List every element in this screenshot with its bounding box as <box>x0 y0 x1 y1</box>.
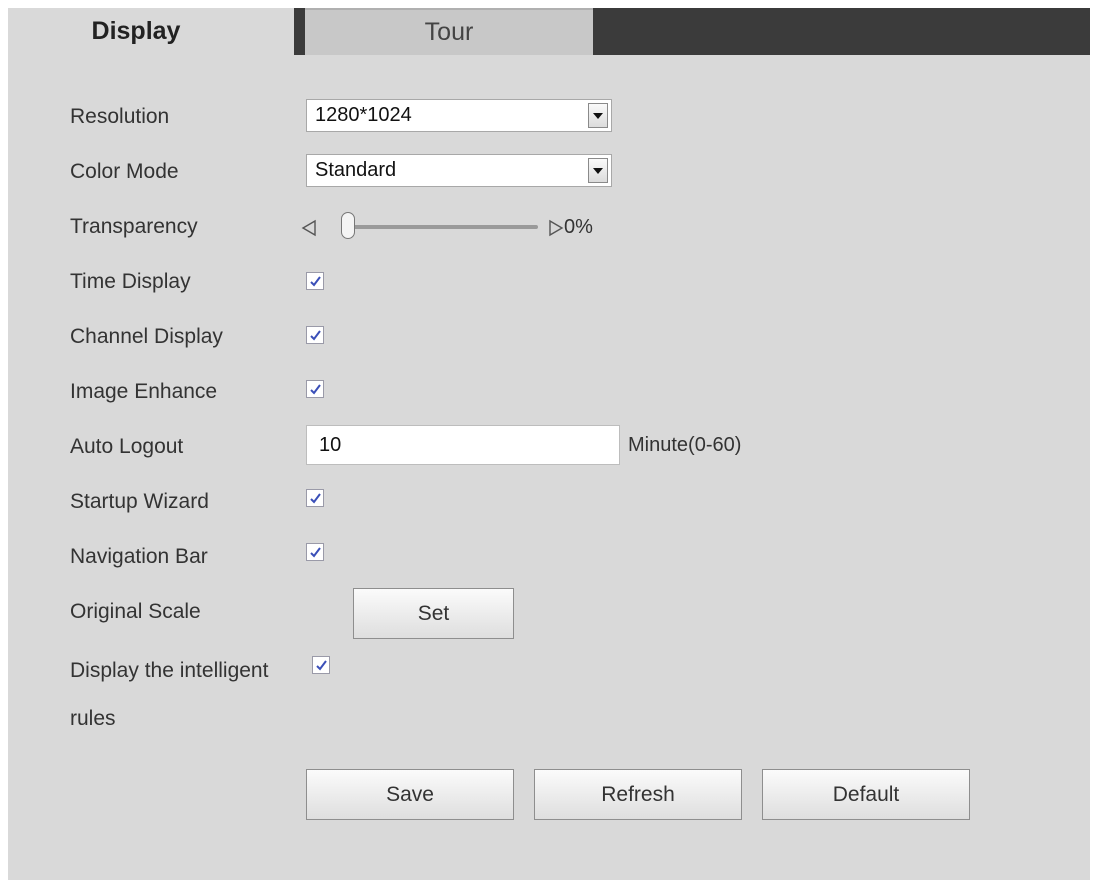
navigation-bar-label: Navigation Bar <box>70 545 208 568</box>
time-display-label: Time Display <box>70 270 191 293</box>
slider-track[interactable] <box>348 225 538 229</box>
tab-display[interactable]: Display <box>8 8 294 55</box>
channel-display-checkbox[interactable] <box>306 326 324 344</box>
transparency-label: Transparency <box>70 215 198 238</box>
transparency-slider[interactable]: 0% <box>300 212 620 242</box>
checkmark-icon <box>309 329 321 341</box>
tab-tour[interactable]: Tour <box>305 8 593 55</box>
transparency-value: 0% <box>564 216 593 238</box>
tab-tour-label: Tour <box>424 18 474 46</box>
checkmark-icon <box>309 546 321 558</box>
refresh-button[interactable]: Refresh <box>534 769 742 820</box>
auto-logout-unit: Minute(0-60) <box>628 434 742 456</box>
intelligent-rules-label-line2: rules <box>70 707 116 730</box>
channel-display-label: Channel Display <box>70 325 223 348</box>
color-mode-value: Standard <box>315 159 397 181</box>
increase-triangle-icon[interactable] <box>547 219 565 237</box>
auto-logout-value: 10 <box>319 434 342 456</box>
chevron-down-icon[interactable] <box>588 158 608 183</box>
checkmark-icon <box>309 275 321 287</box>
default-button[interactable]: Default <box>762 769 970 820</box>
image-enhance-label: Image Enhance <box>70 380 218 403</box>
original-scale-label: Original Scale <box>70 600 201 623</box>
navigation-bar-checkbox[interactable] <box>306 543 324 561</box>
resolution-label: Resolution <box>70 105 170 128</box>
slider-thumb[interactable] <box>341 212 355 239</box>
resolution-select[interactable]: 1280*1024 <box>306 99 612 132</box>
auto-logout-input[interactable]: 10 <box>306 425 620 465</box>
resolution-value: 1280*1024 <box>315 104 412 126</box>
checkmark-icon <box>309 383 321 395</box>
tab-bar: Display Tour <box>8 8 1090 55</box>
startup-wizard-label: Startup Wizard <box>70 490 209 513</box>
intelligent-rules-label: Display the intelligent <box>70 659 269 682</box>
checkmark-icon <box>315 659 327 671</box>
chevron-down-icon[interactable] <box>588 103 608 128</box>
tab-display-label: Display <box>91 17 181 45</box>
save-button[interactable]: Save <box>306 769 514 820</box>
color-mode-label: Color Mode <box>70 160 179 183</box>
time-display-checkbox[interactable] <box>306 272 324 290</box>
decrease-triangle-icon[interactable] <box>300 219 318 237</box>
image-enhance-checkbox[interactable] <box>306 380 324 398</box>
color-mode-select[interactable]: Standard <box>306 154 612 187</box>
startup-wizard-checkbox[interactable] <box>306 489 324 507</box>
checkmark-icon <box>309 492 321 504</box>
set-button[interactable]: Set <box>353 588 514 639</box>
auto-logout-label: Auto Logout <box>70 435 184 458</box>
intelligent-rules-checkbox[interactable] <box>312 656 330 674</box>
